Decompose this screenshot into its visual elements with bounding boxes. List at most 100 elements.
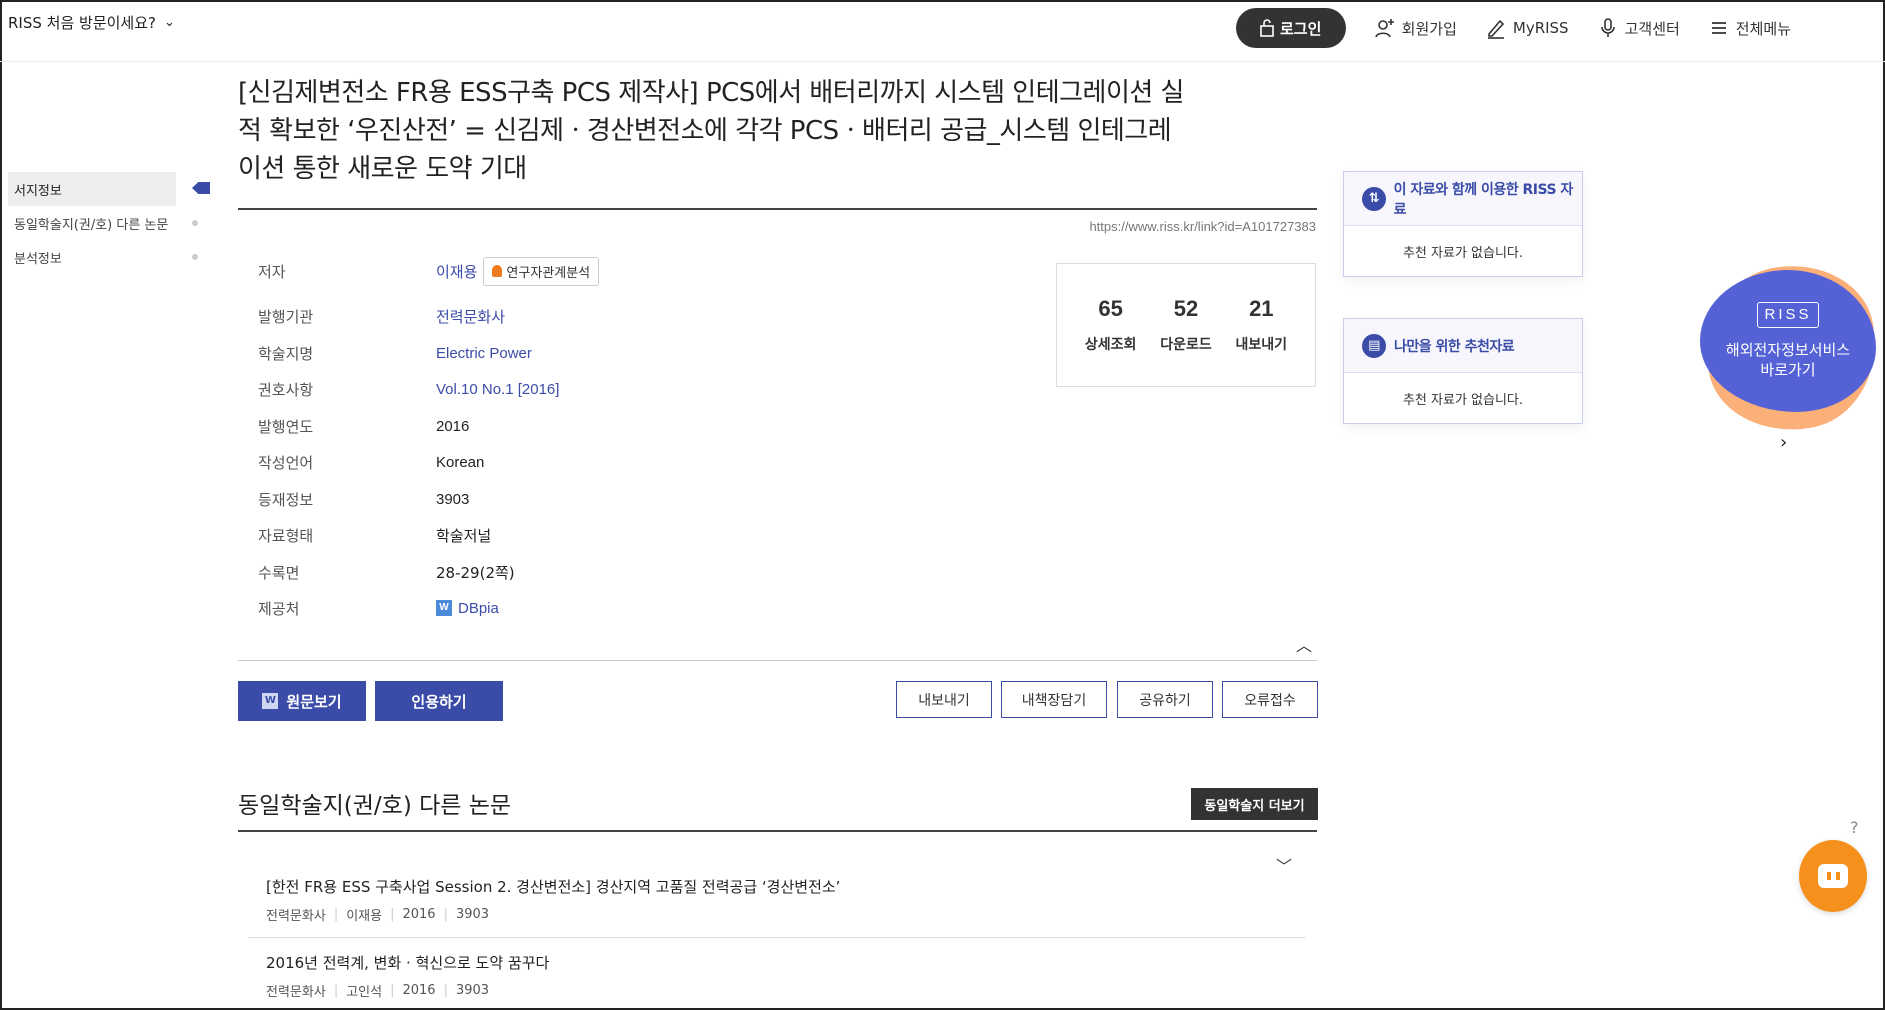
divider [238, 208, 1317, 210]
lnb-item-label: 동일학술지(권/호) 다른 논문 [14, 217, 169, 233]
recommend-box: ▤ 나만을 위한 추천자료 추천 자료가 없습니다. [1343, 318, 1583, 424]
paper-title-link[interactable]: 2016년 전력계, 변화 · 혁신으로 도약 꿈꾸다 [266, 952, 1306, 973]
info-label: 자료형태 [258, 526, 314, 545]
info-value: 2016 [436, 417, 470, 435]
person-icon [492, 265, 503, 277]
login-button[interactable]: 로그인 [1235, 8, 1346, 48]
join-link[interactable]: 회원가입 [1374, 17, 1457, 39]
pencil-icon [1487, 19, 1504, 39]
journal-link[interactable]: Electric Power [436, 345, 532, 362]
dot-icon [192, 254, 198, 260]
join-label: 회원가입 [1401, 19, 1457, 38]
researcher-analysis-button[interactable]: 연구자관계분석 [483, 256, 600, 286]
myriss-label: MyRISS [1512, 19, 1569, 37]
lnb-item-bibliographic[interactable]: 서지정보 [8, 172, 210, 206]
list-item: 2016년 전력계, 변화 · 혁신으로 도약 꿈꾸다 전력문화사 | 고인석 | … [266, 952, 1306, 1000]
publisher-link[interactable]: 전력문화사 [436, 306, 505, 327]
divider [238, 660, 1317, 661]
permalink-url[interactable]: https://www.riss.kr/link?id=A101727383 [1089, 219, 1316, 234]
paper-publisher: 전력문화사 [266, 985, 326, 1000]
stat-number: 52 [1173, 296, 1199, 321]
side-box-title: 이 자료와 함께 이용한 RISS 자료 [1393, 181, 1574, 218]
divider [248, 937, 1306, 938]
stat-number: 21 [1249, 296, 1274, 321]
side-box-empty: 추천 자료가 없습니다. [1402, 245, 1524, 261]
chevron-down-icon: ⌄ [164, 15, 175, 30]
myriss-link[interactable]: MyRISS [1485, 17, 1569, 39]
dbpia-logo-icon: W [436, 600, 452, 616]
dbpia-logo-icon: W [262, 693, 279, 709]
separator: | [390, 983, 395, 998]
info-label: 발행기관 [258, 307, 314, 326]
section-title: 동일학술지(권/호) 다른 논문 [238, 793, 512, 819]
stat-label: 다운로드 [1160, 337, 1212, 353]
riss-logo: RISS [1757, 302, 1819, 328]
provider-label: DBpia [458, 599, 499, 617]
info-label: 저자 [258, 262, 286, 281]
info-label: 수록면 [258, 563, 300, 582]
same-journal-more-button[interactable]: 동일학술지 더보기 [1191, 788, 1318, 820]
active-marker-icon [192, 182, 210, 194]
author-link[interactable]: 이재용 [436, 261, 477, 282]
paper-year: 2016 [402, 907, 436, 922]
list-item: [한전 FR용 ESS 구축사업 Session 2. 경산변전소] 경산지역 … [266, 876, 1306, 924]
chip-label: 연구자관계분석 [506, 265, 591, 281]
banner-line1: 해외전자정보서비스 [1725, 341, 1851, 359]
stat-label: 내보내기 [1235, 337, 1288, 353]
separator: | [390, 907, 395, 922]
banner-line2: 바로가기 [1760, 361, 1816, 379]
all-menu-label: 전체메뉴 [1735, 19, 1791, 38]
info-row-year: 발행연도 2016 [258, 411, 858, 441]
bookshelf-button[interactable]: 내책장담기 [1001, 681, 1107, 718]
button-label: 오류접수 [1244, 692, 1296, 709]
chevron-right-icon[interactable]: › [1780, 432, 1787, 453]
lnb-item-same-journal[interactable]: 동일학술지(권/호) 다른 논문 [8, 206, 198, 240]
sync-icon: ⇅ [1362, 186, 1386, 211]
report-error-button[interactable]: 오류접수 [1222, 681, 1318, 718]
info-label: 발행연도 [258, 417, 314, 436]
button-label: 공유하기 [1139, 692, 1191, 709]
stat-exports: 21 내보내기 [1236, 296, 1288, 354]
side-box-header: ▤ 나만을 위한 추천자료 [1344, 319, 1582, 373]
view-original-button[interactable]: W 원문보기 [238, 681, 366, 721]
lnb-item-label: 분석정보 [14, 251, 62, 267]
info-label: 제공처 [258, 599, 300, 618]
usage-stats: 65 상세조회 52 다운로드 21 내보내기 [1056, 263, 1316, 387]
chevron-down-icon[interactable]: ﹀ [1276, 853, 1292, 877]
stat-label: 상세조회 [1084, 337, 1137, 353]
lnb-item-label: 서지정보 [14, 183, 62, 199]
chevron-up-icon[interactable]: ︿ [1296, 632, 1312, 656]
paper-year: 2016 [402, 983, 436, 998]
paper-kci: 3903 [455, 907, 490, 922]
info-row-type: 자료형태 학술저널 [258, 520, 858, 550]
paper-meta: 전력문화사 | 고인석 | 2016 | 3903 [266, 981, 1306, 1000]
share-button[interactable]: 공유하기 [1117, 681, 1213, 718]
side-box-title: 나만을 위한 추천자료 [1394, 338, 1515, 355]
info-row-author: 저자 이재용 연구자관계분석 [258, 256, 858, 286]
lnb-item-analysis[interactable]: 분석정보 [8, 240, 198, 274]
info-value: Korean [436, 453, 485, 471]
first-visit-label: RISS 처음 방문이세요? [8, 14, 156, 32]
chat-button[interactable] [1799, 840, 1867, 912]
info-row-pages: 수록면 28-29(2쪽) [258, 557, 858, 587]
all-menu-link[interactable]: 전체메뉴 [1708, 17, 1791, 39]
hamburger-icon [1711, 22, 1726, 34]
first-visit-dropdown[interactable]: RISS 처음 방문이세요? ⌄ [8, 12, 175, 33]
divider [238, 830, 1317, 832]
cite-button[interactable]: 인용하기 [375, 681, 503, 721]
volume-link[interactable]: Vol.10 No.1 [2016] [436, 381, 559, 398]
info-label: 등재정보 [258, 490, 314, 509]
separator: | [333, 907, 339, 922]
side-box-header: ⇅ 이 자료와 함께 이용한 RISS 자료 [1344, 172, 1582, 226]
paper-title-link[interactable]: [한전 FR용 ESS 구축사업 Session 2. 경산변전소] 경산지역 … [266, 876, 1306, 897]
export-button[interactable]: 내보내기 [896, 681, 992, 718]
paper-author: 고인석 [346, 985, 383, 1000]
info-row-kci: 등재정보 3903 [258, 484, 858, 514]
help-icon[interactable]: ? [1850, 818, 1859, 837]
info-label: 권호사항 [258, 380, 314, 399]
info-value: 28-29(2쪽) [436, 563, 515, 582]
stat-downloads: 52 다운로드 [1160, 296, 1212, 354]
provider-link[interactable]: W DBpia [436, 600, 499, 617]
user-plus-icon [1374, 19, 1394, 38]
support-link[interactable]: 고객센터 [1597, 17, 1680, 39]
